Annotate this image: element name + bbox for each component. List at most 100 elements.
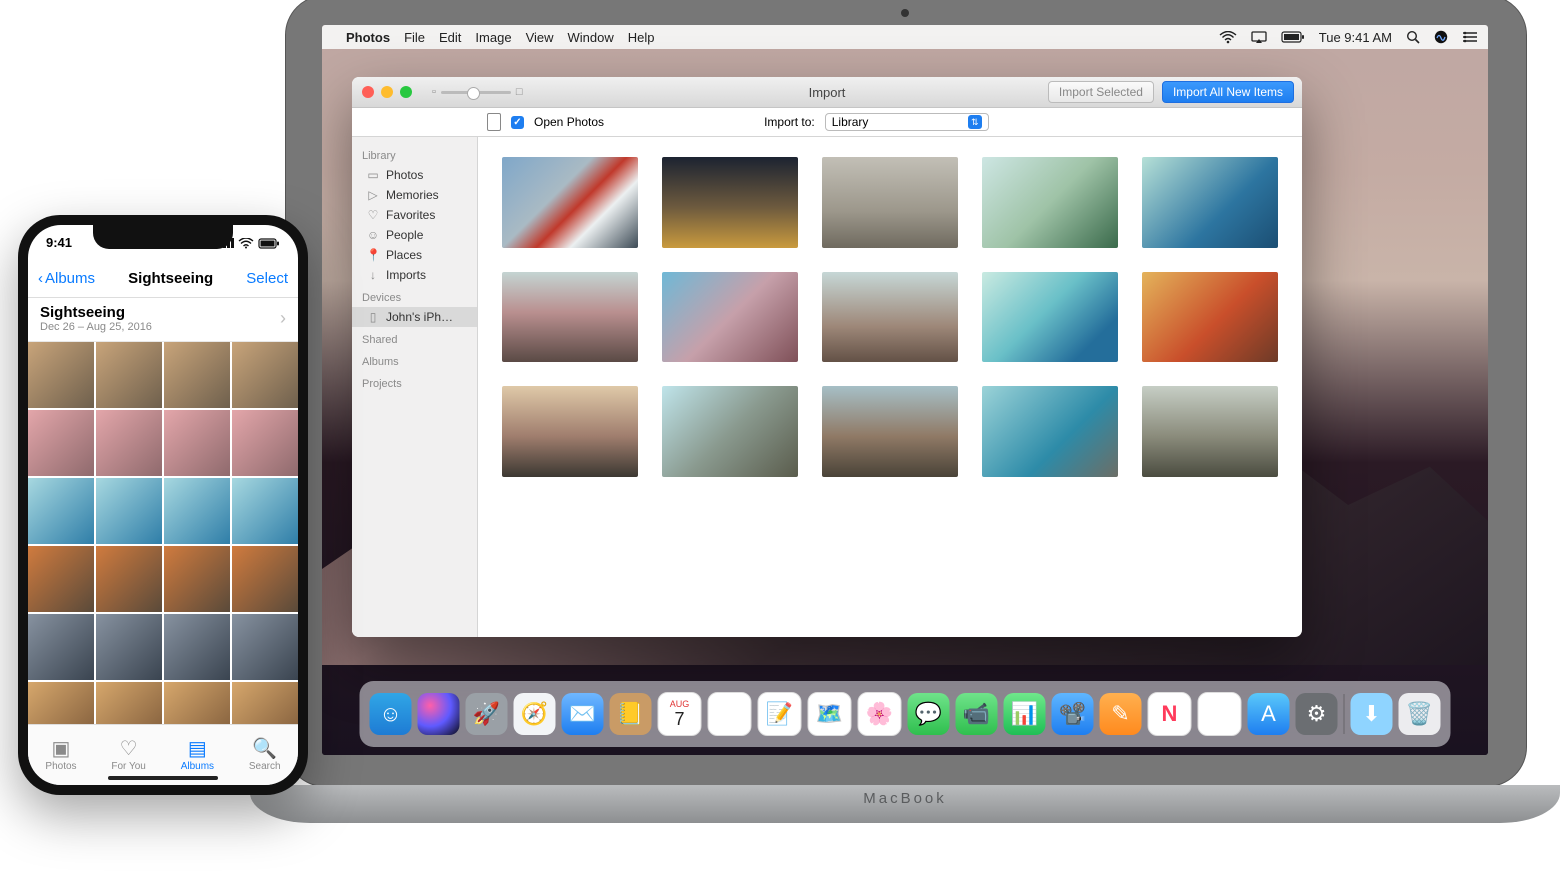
thumbnail[interactable] — [28, 546, 94, 612]
zoom-slider[interactable]: ▫ □ — [432, 86, 523, 98]
device-icon — [487, 113, 501, 131]
sidebar-item-memories[interactable]: ▷Memories — [352, 185, 477, 205]
menubar-clock[interactable]: Tue 9:41 AM — [1319, 30, 1392, 45]
minimize-button[interactable] — [381, 86, 393, 98]
dock-downloads-icon[interactable]: ⬇︎ — [1351, 693, 1393, 735]
tab-photos[interactable]: ▣Photos — [45, 739, 76, 772]
thumbnail[interactable] — [232, 342, 298, 408]
sidebar-albums-head[interactable]: Albums — [352, 353, 477, 371]
battery-icon[interactable] — [1281, 31, 1305, 43]
menu-file[interactable]: File — [404, 30, 425, 45]
thumbnail[interactable] — [96, 478, 162, 544]
dock-mail-icon[interactable]: ✉️ — [562, 693, 604, 735]
thumbnail[interactable] — [822, 272, 958, 363]
dock-safari-icon[interactable]: 🧭 — [514, 693, 556, 735]
import-selected-button[interactable]: Import Selected — [1048, 81, 1154, 103]
dock-numbers-icon[interactable]: 📊 — [1004, 693, 1046, 735]
thumbnail[interactable] — [232, 614, 298, 680]
dock-keynote-icon[interactable]: 📽️ — [1052, 693, 1094, 735]
import-all-button[interactable]: Import All New Items — [1162, 81, 1294, 103]
fullscreen-button[interactable] — [400, 86, 412, 98]
nav-back-button[interactable]: ‹ Albums — [38, 270, 95, 287]
dock-launchpad-icon[interactable]: 🚀 — [466, 693, 508, 735]
thumbnail[interactable] — [982, 157, 1118, 248]
dock-calendar-icon[interactable]: AUG 7 — [658, 692, 702, 736]
thumbnail[interactable] — [662, 386, 798, 477]
thumbnail[interactable] — [164, 614, 230, 680]
menu-view[interactable]: View — [526, 30, 554, 45]
nav-select-button[interactable]: Select — [246, 270, 288, 287]
dock-finder-icon[interactable]: ☺ — [370, 693, 412, 735]
thumbnail[interactable] — [28, 478, 94, 544]
thumbnail[interactable] — [662, 272, 798, 363]
dock-maps-icon[interactable]: 🗺️ — [808, 692, 852, 736]
thumbnail[interactable] — [502, 272, 638, 363]
thumbnail[interactable] — [164, 478, 230, 544]
album-header[interactable]: Sightseeing Dec 26 – Aug 25, 2016 › — [28, 298, 298, 342]
dock-itunes-icon[interactable]: ♪ — [1198, 692, 1242, 736]
home-indicator[interactable] — [108, 776, 218, 780]
dock-news-icon[interactable]: N — [1148, 692, 1192, 736]
sidebar-item-device[interactable]: ▯John's iPh… — [352, 307, 477, 327]
sidebar-item-imports[interactable]: ↓Imports — [352, 265, 477, 285]
dock-messages-icon[interactable]: 💬 — [908, 693, 950, 735]
thumbnail[interactable] — [96, 410, 162, 476]
dock-appstore-icon[interactable]: A — [1248, 693, 1290, 735]
tab-albums[interactable]: ▤Albums — [181, 739, 214, 772]
window-titlebar[interactable]: ▫ □ Import Import Selected Import All Ne… — [352, 77, 1302, 108]
sidebar-shared-head[interactable]: Shared — [352, 331, 477, 349]
thumbnail[interactable] — [822, 386, 958, 477]
thumbnail[interactable] — [232, 546, 298, 612]
thumbnail[interactable] — [822, 157, 958, 248]
thumbnail[interactable] — [96, 546, 162, 612]
dock-photos-icon[interactable]: 🌸 — [858, 692, 902, 736]
thumbnail[interactable] — [28, 342, 94, 408]
menubar-app[interactable]: Photos — [346, 30, 390, 45]
tab-for-you[interactable]: ♡For You — [111, 739, 145, 772]
sidebar-projects-head[interactable]: Projects — [352, 375, 477, 393]
sidebar-item-photos[interactable]: ▭Photos — [352, 165, 477, 185]
thumbnail[interactable] — [662, 157, 798, 248]
wifi-icon[interactable] — [1219, 31, 1237, 44]
sidebar-item-people[interactable]: ☺People — [352, 225, 477, 245]
thumbnail[interactable] — [232, 410, 298, 476]
tab-search[interactable]: 🔍Search — [249, 739, 281, 772]
spotlight-icon[interactable] — [1406, 30, 1420, 44]
dock-pages-icon[interactable]: ✎ — [1100, 693, 1142, 735]
menu-window[interactable]: Window — [568, 30, 614, 45]
dock-siri-icon[interactable] — [418, 693, 460, 735]
thumbnail[interactable] — [96, 342, 162, 408]
dock-reminders-icon[interactable]: ☑︎ — [708, 692, 752, 736]
thumbnail[interactable] — [164, 410, 230, 476]
notification-center-icon[interactable] — [1462, 31, 1478, 43]
dock-contacts-icon[interactable]: 📒 — [610, 693, 652, 735]
sidebar-item-places[interactable]: 📍Places — [352, 245, 477, 265]
menu-edit[interactable]: Edit — [439, 30, 461, 45]
menu-help[interactable]: Help — [628, 30, 655, 45]
siri-icon[interactable] — [1434, 30, 1448, 44]
airplay-icon[interactable] — [1251, 31, 1267, 44]
thumbnail[interactable] — [28, 614, 94, 680]
menu-image[interactable]: Image — [475, 30, 511, 45]
dock-trash-icon[interactable]: 🗑️ — [1399, 693, 1441, 735]
dock-notes-icon[interactable]: 📝 — [758, 692, 802, 736]
thumbnail[interactable] — [1142, 386, 1278, 477]
dock-preferences-icon[interactable]: ⚙︎ — [1296, 693, 1338, 735]
thumbnail[interactable] — [232, 478, 298, 544]
thumbnail[interactable] — [982, 386, 1118, 477]
thumbnail[interactable] — [28, 410, 94, 476]
thumbnail[interactable] — [96, 614, 162, 680]
dock-facetime-icon[interactable]: 📹 — [956, 693, 998, 735]
search-tab-icon: 🔍 — [252, 739, 277, 759]
import-to-select[interactable]: Library ⇅ — [825, 113, 989, 131]
thumbnail[interactable] — [502, 386, 638, 477]
thumbnail[interactable] — [1142, 157, 1278, 248]
thumbnail[interactable] — [502, 157, 638, 248]
thumbnail[interactable] — [1142, 272, 1278, 363]
thumbnail[interactable] — [164, 546, 230, 612]
sidebar-item-favorites[interactable]: ♡Favorites — [352, 205, 477, 225]
thumbnail[interactable] — [164, 342, 230, 408]
thumbnail[interactable] — [982, 272, 1118, 363]
open-photos-checkbox[interactable]: ✓ — [511, 116, 524, 129]
close-button[interactable] — [362, 86, 374, 98]
